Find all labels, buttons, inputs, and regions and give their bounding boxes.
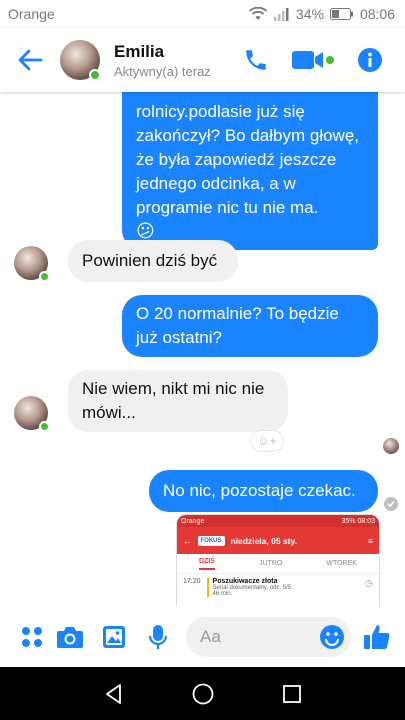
sender-avatar[interactable] — [14, 396, 50, 432]
image-attachment[interactable]: Orange 35% 08:03 ← FOKUS niedziela, 05 s… — [176, 514, 380, 607]
gallery-button[interactable] — [92, 615, 136, 659]
add-reaction-button[interactable]: ☺+ — [250, 430, 284, 452]
carrier-label: Orange — [8, 6, 55, 22]
thumb-clock-icon: ◷ — [365, 578, 373, 588]
message-composer — [0, 607, 405, 667]
thumb-logo: FOKUS — [197, 535, 225, 546]
wifi-icon — [248, 7, 268, 20]
image-icon — [103, 626, 125, 648]
message-text: Powinien dziś być — [82, 251, 218, 270]
status-indicators: 34% 08:06 — [248, 6, 395, 22]
message-outgoing[interactable]: O 20 normalnie? To będzie już ostatni? — [122, 295, 378, 357]
online-indicator — [39, 271, 50, 282]
thumb-filter-icon: ≡ — [368, 535, 373, 546]
message-outgoing[interactable]: rolnicy.podlasie już się zakończył? Bo d… — [122, 92, 378, 250]
nav-recents-icon[interactable] — [282, 684, 302, 704]
contact-status: Aktywny(a) teraz — [114, 63, 211, 79]
message-input[interactable] — [200, 627, 300, 647]
online-indicator — [89, 69, 101, 81]
more-actions-button[interactable] — [16, 615, 48, 659]
like-button[interactable] — [359, 615, 395, 659]
info-icon[interactable] — [357, 47, 383, 73]
signal-icon — [273, 8, 289, 21]
sent-check-icon — [384, 497, 398, 511]
sender-avatar[interactable] — [14, 246, 50, 282]
voice-button[interactable] — [136, 615, 180, 659]
thumb-time: 17:20 — [183, 578, 201, 585]
online-indicator — [39, 421, 50, 432]
conversation-header: Emilia Aktywny(a) teraz — [0, 28, 405, 92]
thumb-program-row: 17:20 Poszukiwacze złota Serial dokument… — [177, 574, 379, 601]
back-button[interactable] — [0, 28, 60, 92]
message-text: Nie wiem, nikt mi nic nie mówi... — [82, 379, 265, 422]
camera-button[interactable] — [48, 615, 92, 659]
status-bar: Orange 34% 08:06 — [0, 0, 405, 28]
thumb-tabs: DZIŚ JUTRO WTOREK — [177, 554, 379, 574]
thumb-show-title: Poszukiwacze złota — [212, 578, 278, 585]
message-list[interactable]: rolnicy.podlasie już się zakończył? Bo d… — [0, 92, 405, 607]
battery-icon — [329, 8, 353, 20]
microphone-icon — [148, 625, 168, 649]
system-navigation-bar — [0, 667, 405, 720]
video-call-icon[interactable] — [291, 47, 335, 73]
thumb-status-bar: Orange 35% 08:03 — [177, 515, 379, 527]
contact-avatar[interactable] — [60, 40, 101, 81]
thumb-status-right: 35% 08:03 — [341, 517, 375, 525]
nav-back-icon[interactable] — [103, 683, 125, 705]
clock: 08:06 — [359, 6, 395, 22]
thumb-carrier: Orange — [181, 517, 205, 525]
message-text: O 20 normalnie? To będzie już ostatni? — [136, 304, 339, 347]
phone-icon[interactable] — [243, 47, 269, 73]
message-text: No nic, pozostaje czekac. — [163, 481, 356, 500]
four-dots-icon — [22, 627, 42, 647]
thumb-tab: JUTRO — [259, 560, 283, 567]
thumbs-up-icon — [364, 625, 390, 650]
message-text: rolnicy.podlasie już się zakończył? Bo d… — [136, 102, 360, 217]
message-incoming[interactable]: Powinien dziś być — [68, 240, 238, 282]
thumb-tab: DZIŚ — [199, 558, 215, 570]
contact-info[interactable]: Emilia Aktywny(a) teraz — [114, 42, 243, 79]
thumb-toolbar: ← FOKUS niedziela, 05 sty. ≡ — [177, 527, 379, 554]
nav-home-icon[interactable] — [191, 682, 215, 706]
read-receipt-avatar — [383, 438, 399, 454]
thumb-tab: WTOREK — [326, 560, 357, 567]
thumb-back-icon: ← — [183, 535, 192, 546]
confused-emoji: 😕 — [136, 221, 155, 241]
message-input-wrapper — [186, 617, 351, 657]
smile-plus-icon: ☺+ — [257, 434, 277, 448]
thumb-date: niedziela, 05 sty. — [230, 535, 297, 546]
contact-name: Emilia — [114, 41, 165, 61]
back-arrow-icon — [18, 49, 43, 71]
thumb-show-dur: 46 min. — [212, 591, 233, 597]
message-outgoing[interactable]: No nic, pozostaje czekac. — [149, 470, 378, 512]
header-actions — [243, 47, 405, 73]
message-incoming[interactable]: Nie wiem, nikt mi nic nie mówi... — [68, 370, 288, 432]
camera-icon — [57, 627, 83, 648]
battery-percent: 34% — [295, 6, 324, 22]
emoji-icon[interactable] — [319, 624, 345, 650]
